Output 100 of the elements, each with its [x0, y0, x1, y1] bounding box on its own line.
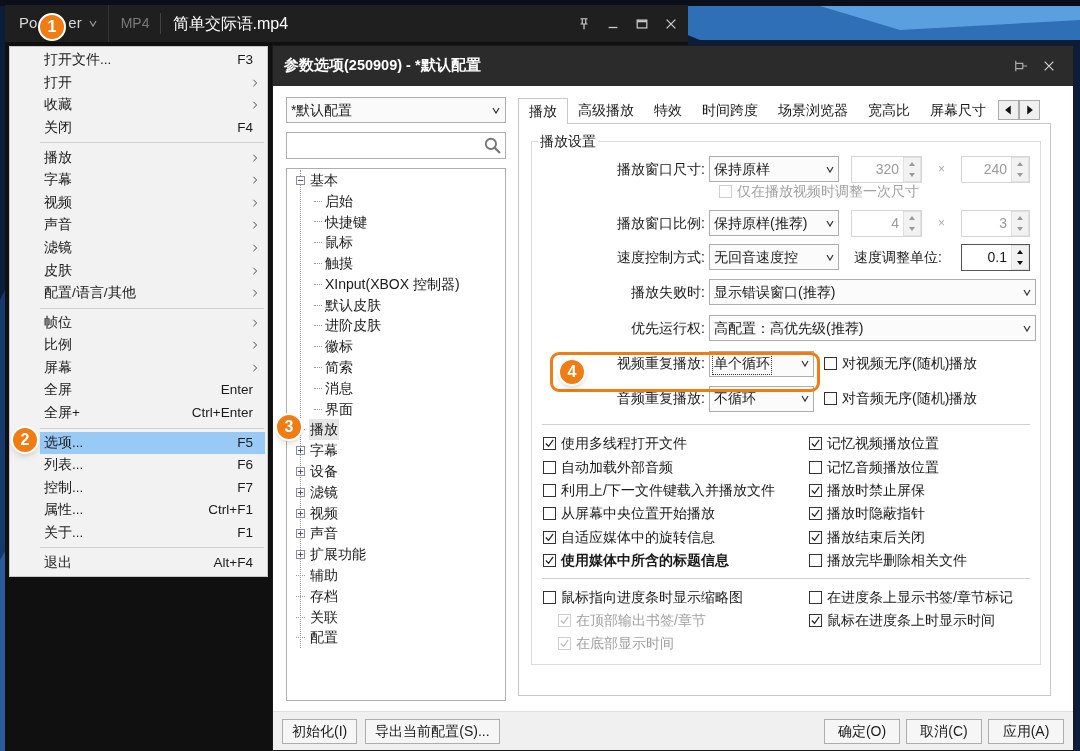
checkbox[interactable]	[824, 392, 837, 405]
plus-icon	[297, 508, 304, 518]
menu-item[interactable]: 滤镜	[40, 236, 265, 260]
expand-icon[interactable]	[296, 487, 305, 497]
checkbox[interactable]	[809, 530, 822, 544]
tree-item[interactable]: 滤镜	[309, 481, 339, 503]
menu-item[interactable]: 列表... F6	[40, 454, 265, 477]
checkbox[interactable]	[809, 590, 822, 604]
checkbox-label: 播放时隐蔽指针	[827, 504, 925, 524]
checkbox[interactable]	[543, 590, 556, 604]
menu-item[interactable]: 皮肤	[40, 259, 265, 282]
tree-item[interactable]: 视频	[309, 502, 339, 524]
tree-item[interactable]: 辅助	[309, 565, 339, 587]
menu-item[interactable]: 打开	[40, 71, 265, 95]
checkbox[interactable]	[543, 507, 556, 521]
checkbox[interactable]	[824, 357, 837, 370]
menu-item[interactable]: 选项... F5	[40, 431, 265, 455]
checkbox[interactable]	[809, 460, 822, 474]
checkbox[interactable]	[543, 460, 556, 474]
checkbox[interactable]	[543, 437, 556, 451]
dialog-button[interactable]: 导出当前配置(S)...	[365, 718, 500, 744]
dropdown[interactable]: 显示错误窗口(推荐)	[709, 279, 1036, 305]
tree-item[interactable]: 声音	[309, 523, 339, 545]
menu-item[interactable]: 屏幕	[40, 356, 265, 380]
collapse-icon[interactable]	[296, 175, 305, 185]
tree-item[interactable]: 界面	[324, 398, 354, 420]
tab[interactable]: 时间跨度	[692, 97, 768, 123]
dialog-button[interactable]: 应用(A)	[988, 718, 1064, 744]
pin-icon[interactable]	[1014, 59, 1028, 73]
plus-icon	[297, 487, 304, 497]
menu-item[interactable]: 配置/语言/其他	[40, 281, 265, 305]
menu-item[interactable]: 打开文件... F3	[40, 49, 265, 72]
menu-item[interactable]: 帧位	[40, 311, 265, 335]
checkbox[interactable]	[809, 437, 822, 451]
menu-item[interactable]: 关闭 F4	[40, 116, 265, 140]
checkbox[interactable]	[543, 530, 556, 544]
scroll-left-button[interactable]	[998, 100, 1019, 120]
spin-arrows-icon[interactable]	[1011, 244, 1029, 270]
tree-item[interactable]: 扩展功能	[309, 544, 367, 566]
menu-item[interactable]: 比例	[40, 334, 265, 357]
check-icon	[810, 614, 821, 626]
tree-item[interactable]: 触摸	[324, 253, 354, 275]
menu-item[interactable]: 控制... F7	[40, 476, 265, 500]
checkbox-label: 记忆音频播放位置	[827, 457, 939, 477]
menu-item[interactable]: 播放	[40, 146, 265, 169]
menu-item[interactable]: 声音	[40, 214, 265, 237]
tree-item[interactable]: 鼠标	[324, 232, 354, 254]
close-icon[interactable]	[1042, 59, 1056, 73]
tree-item[interactable]: 配置	[309, 627, 339, 649]
tab[interactable]: 播放	[518, 98, 568, 124]
expand-icon[interactable]	[296, 508, 305, 518]
search-field[interactable]	[286, 132, 506, 159]
menu-item[interactable]: 退出 Alt+F4	[40, 551, 265, 575]
expand-icon[interactable]	[296, 529, 305, 539]
tree-item[interactable]: 简索	[324, 357, 354, 379]
menu-item[interactable]: 字幕	[40, 168, 265, 192]
menu-item[interactable]: 属性... Ctrl+F1	[40, 499, 265, 522]
tab[interactable]: 场景浏览器	[768, 97, 858, 123]
dialog-button[interactable]: 取消(C)	[906, 718, 982, 744]
menu-item[interactable]: 全屏+ Ctrl+Enter	[40, 401, 265, 425]
expand-icon[interactable]	[296, 467, 305, 477]
maximize-icon[interactable]	[635, 16, 649, 31]
tree-item[interactable]: 快捷键	[324, 211, 368, 233]
scroll-right-button[interactable]	[1019, 100, 1040, 120]
tab[interactable]: 高级播放	[568, 97, 644, 123]
checkbox[interactable]	[809, 483, 822, 497]
tree-item[interactable]: 默认皮肤	[324, 294, 382, 316]
checkbox[interactable]	[809, 507, 822, 521]
tree-item[interactable]: 播放	[309, 419, 339, 441]
tree-item[interactable]: 消息	[324, 377, 354, 399]
tree-item[interactable]: 关联	[309, 606, 339, 628]
menu-item[interactable]: 视频	[40, 191, 265, 215]
checkbox[interactable]	[809, 554, 822, 568]
tree-item[interactable]: 基本	[309, 169, 339, 191]
tree-item[interactable]: XInput(XBOX 控制器)	[324, 273, 461, 295]
checkbox[interactable]	[543, 554, 556, 568]
tree-item[interactable]: 进阶皮肤	[324, 315, 382, 337]
menu-item[interactable]: 全屏 Enter	[40, 379, 265, 402]
dropdown[interactable]: 无回音速度控	[709, 244, 839, 270]
tab[interactable]: 特效	[644, 97, 692, 123]
menu-item[interactable]: 关于... F1	[40, 521, 265, 545]
dialog-button[interactable]: 确定(O)	[824, 718, 900, 744]
menu-item[interactable]: 收藏	[40, 94, 265, 117]
tree-item[interactable]: 徽标	[324, 336, 354, 358]
tree-item[interactable]: 设备	[309, 461, 339, 483]
tab[interactable]: 屏幕尺寸	[920, 97, 996, 123]
chevron-icon	[491, 105, 501, 115]
tree-item[interactable]: 存档	[309, 585, 339, 607]
expand-icon[interactable]	[296, 550, 305, 560]
spin-field[interactable]: 0.1	[961, 243, 1030, 271]
profile-dropdown[interactable]: *默认配置	[286, 97, 506, 123]
checkbox-label: 自适应媒体中的旋转信息	[561, 527, 715, 547]
tree-item[interactable]: 字幕	[309, 440, 339, 462]
tab[interactable]: 宽高比	[858, 97, 920, 123]
checkbox[interactable]	[809, 613, 822, 627]
expand-icon[interactable]	[296, 446, 305, 456]
dialog-button[interactable]: 初始化(I)	[282, 718, 358, 744]
tree-item[interactable]: 启始	[324, 190, 354, 212]
checkbox[interactable]	[543, 483, 556, 497]
dropdown[interactable]: 高配置：高优先级(推荐)	[709, 315, 1036, 341]
